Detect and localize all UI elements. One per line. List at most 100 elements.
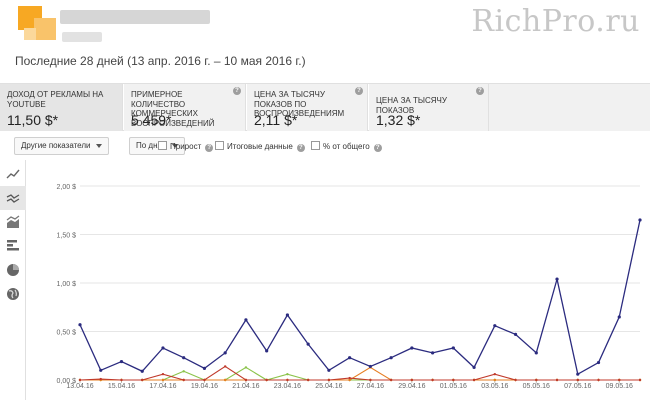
stacked-area-button[interactable] (0, 210, 26, 234)
help-icon[interactable]: ? (355, 87, 363, 95)
channel-subtitle-blurred (62, 32, 102, 42)
data-point (596, 360, 601, 365)
chevron-down-icon (95, 143, 102, 148)
data-point (389, 378, 393, 382)
other-metrics-dropdown[interactable]: Другие показатели (14, 137, 109, 155)
growth-checkbox[interactable]: Прирост? (158, 141, 214, 152)
x-tick-label: 01.05.16 (440, 383, 467, 390)
data-point (472, 365, 476, 369)
metric-value: 11,50 $* (7, 112, 59, 128)
data-point (223, 378, 227, 382)
data-point (410, 378, 414, 382)
bar-chart-button[interactable] (0, 234, 26, 258)
help-icon[interactable]: ? (476, 87, 484, 95)
data-point (493, 324, 497, 328)
data-point (306, 342, 310, 346)
globe-button[interactable] (0, 282, 26, 306)
metric-value: 5 459* (131, 112, 172, 128)
data-point (618, 378, 621, 382)
percent-total-checkbox[interactable]: % от общего? (311, 141, 382, 152)
chart-controls: Другие показатели По дням Прирост? Итого… (0, 132, 650, 156)
bar-chart-icon (7, 240, 19, 251)
help-icon[interactable]: ? (373, 144, 382, 152)
data-point (368, 364, 372, 369)
metric-tab-monetized-playbacks[interactable]: ПРИМЕРНОЕ КОЛИЧЕСТВО КОММЕРЧЕСКИХ ВОСПРО… (124, 84, 246, 131)
data-point (202, 366, 207, 370)
data-point (99, 377, 102, 381)
data-point (223, 351, 227, 355)
metric-tab-playback-cpm[interactable]: ЦЕНА ЗА ТЫСЯЧУ ПОКАЗОВ ПО ВОСПРОИЗВЕДЕНИ… (247, 84, 368, 131)
help-icon[interactable]: ? (205, 144, 214, 152)
data-point (78, 323, 82, 327)
line-chart-button[interactable] (0, 162, 26, 186)
data-point (285, 313, 290, 317)
data-point (120, 378, 123, 382)
data-point (555, 378, 559, 382)
data-point (617, 315, 621, 319)
data-point (430, 351, 435, 355)
multi-line-chart-icon (6, 194, 20, 203)
data-point (78, 378, 82, 382)
data-point (244, 366, 248, 369)
metric-tab-empty (489, 84, 650, 131)
data-point (327, 368, 331, 372)
data-point (493, 372, 497, 376)
pie-chart-button[interactable] (0, 258, 26, 282)
checkbox-box[interactable] (215, 141, 224, 150)
data-point (161, 378, 165, 382)
data-point (119, 359, 124, 364)
data-point (182, 370, 185, 373)
x-tick-label: 17.04.16 (149, 383, 176, 390)
data-point (286, 378, 289, 382)
y-tick-label: 1,00 $ (57, 281, 77, 288)
data-point (431, 378, 434, 382)
revenue-line-chart: 0,00 $0,50 $1,00 $1,50 $2,00 $13.04.16 15… (57, 184, 642, 390)
series-line (79, 219, 641, 376)
data-point (182, 356, 186, 360)
data-point (514, 378, 517, 382)
channel-header: RichPro.ru Последние 28 дней (13 апр. 20… (0, 0, 650, 82)
help-icon[interactable]: ? (296, 144, 305, 152)
data-point (306, 378, 310, 382)
data-point (513, 332, 518, 337)
metric-tab-cpm[interactable]: ЦЕНА ЗА ТЫСЯЧУ ПОКАЗОВ ? 1,32 $* (369, 84, 489, 131)
data-point (576, 378, 579, 382)
checkbox-label: Итоговые данные (227, 142, 293, 151)
chart-type-sidebar (0, 160, 26, 400)
data-point (244, 378, 248, 382)
x-tick-label: 07.05.16 (564, 383, 591, 390)
data-point (223, 365, 227, 368)
x-tick-label: 09.05.16 (606, 383, 633, 390)
metric-value: 2,11 $* (254, 112, 298, 128)
data-point (99, 368, 103, 372)
stacked-area-icon (6, 215, 20, 228)
metric-label: ДОХОД ОТ РЕКЛАМЫ НА YOUTUBE (7, 90, 104, 109)
y-tick-label: 0,50 $ (57, 330, 77, 337)
dropdown-label: Другие показатели (21, 141, 91, 150)
data-point (203, 378, 206, 382)
data-point (534, 351, 538, 355)
x-tick-label: 23.04.16 (274, 383, 301, 390)
data-point (161, 372, 165, 376)
globe-icon (7, 288, 19, 300)
metric-tab-ad-revenue[interactable]: ДОХОД ОТ РЕКЛАМЫ НА YOUTUBE 11,50 $* (0, 84, 123, 131)
help-icon[interactable]: ? (233, 87, 241, 95)
date-range[interactable]: Последние 28 дней (13 апр. 2016 г. – 10 … (15, 54, 306, 68)
data-point (535, 378, 538, 382)
multi-line-chart-button[interactable] (0, 186, 26, 210)
channel-avatar[interactable] (18, 6, 56, 42)
data-point (451, 346, 455, 350)
data-point (348, 376, 351, 380)
metric-value: 1,32 $* (376, 112, 421, 128)
x-tick-label: 15.04.16 (108, 383, 135, 390)
x-tick-label: 25.04.16 (315, 383, 342, 390)
totals-checkbox[interactable]: Итоговые данные? (215, 141, 305, 152)
y-tick-label: 1,50 $ (57, 233, 77, 240)
checkbox-box[interactable] (158, 141, 167, 150)
x-tick-label: 05.05.16 (523, 383, 550, 390)
data-point (410, 346, 414, 350)
checkbox-box[interactable] (311, 141, 320, 150)
data-point (369, 378, 372, 382)
x-tick-label: 27.04.16 (357, 383, 384, 390)
data-point (140, 369, 144, 373)
